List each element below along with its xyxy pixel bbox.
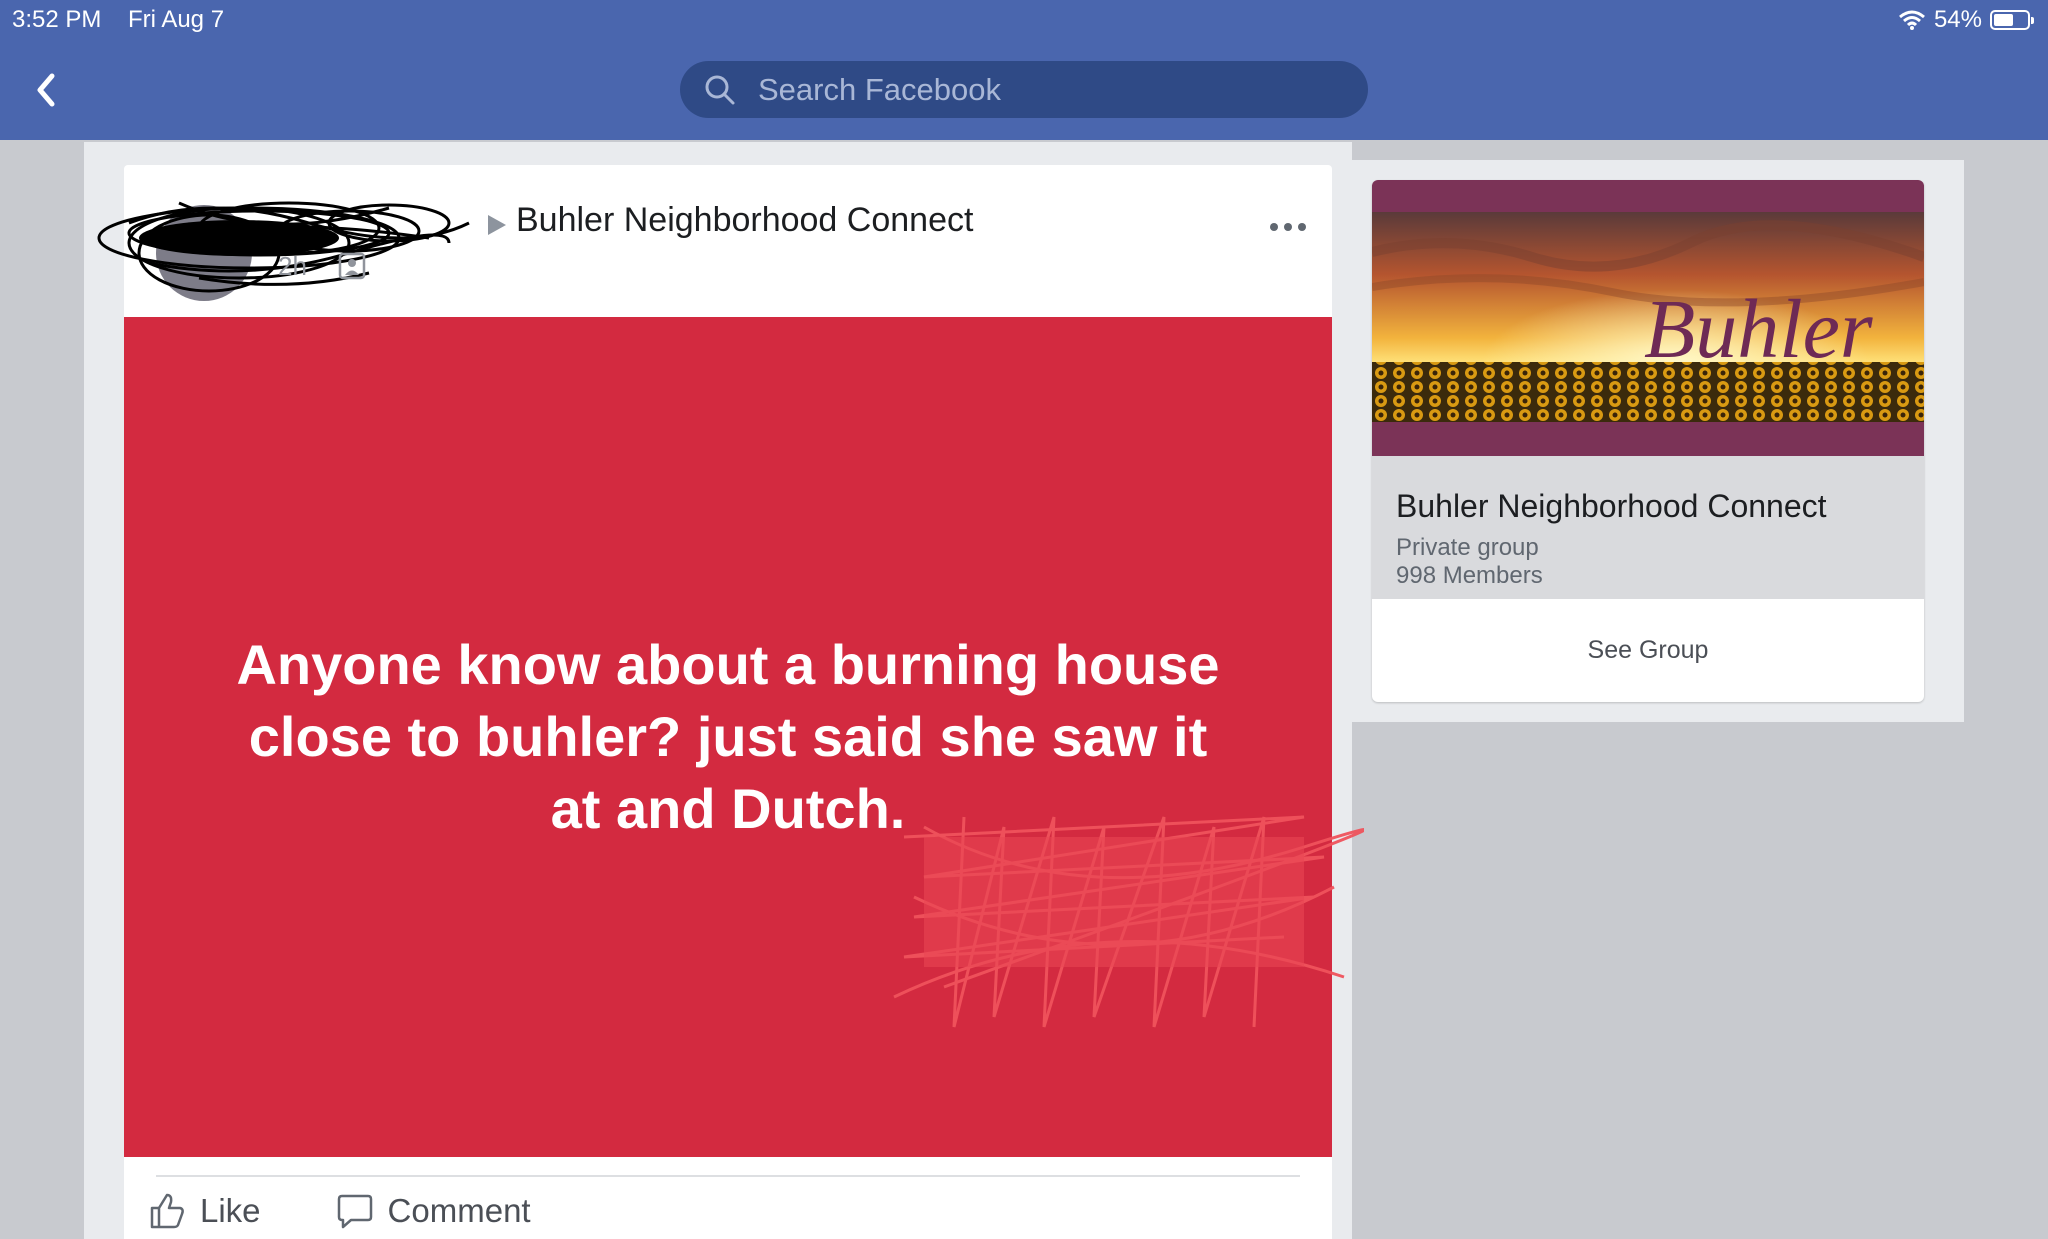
redaction-scribble-red (893, 815, 1364, 1028)
banner-text: Buhler (1644, 283, 1873, 376)
search-icon (705, 75, 735, 104)
group-card: Buhler Buhler Neighborhood Connect Priva… (1372, 180, 1924, 702)
status-time: 3:52 PM (12, 6, 102, 33)
battery-icon (1990, 10, 2034, 30)
like-label: Like (200, 1192, 261, 1229)
action-bar: Like Comment (148, 1192, 531, 1230)
group-privacy: Private group (1396, 534, 1539, 561)
battery-percent: 54% (1933, 6, 1982, 33)
like-button[interactable]: Like (148, 1192, 261, 1230)
group-banner[interactable]: Buhler (1372, 180, 1924, 456)
status-bar: 3:52 PM Fri Aug 7 54% (0, 0, 2048, 40)
comment-icon (337, 1194, 372, 1229)
comment-button[interactable]: Comment (336, 1192, 531, 1230)
group-members: 998 Members (1396, 562, 1543, 589)
status-right: 54% (1898, 6, 2034, 34)
search-input[interactable]: Search Facebook (680, 61, 1368, 118)
redaction-scribble (97, 201, 470, 293)
comment-label: Comment (387, 1192, 531, 1229)
group-title[interactable]: Buhler Neighborhood Connect (1396, 488, 1827, 525)
banner-image: Buhler (1372, 212, 1924, 422)
wifi-icon (1898, 10, 1925, 30)
status-date: Fri Aug 7 (128, 6, 225, 33)
group-name-link[interactable]: Buhler Neighborhood Connect (516, 201, 973, 240)
arrow-right-icon (488, 215, 506, 235)
post-time[interactable]: 2h (278, 251, 307, 282)
back-button[interactable] (28, 68, 68, 112)
post-header: 2h Buhler Neighborhood Connect (97, 165, 1332, 317)
back-chevron-icon (37, 73, 55, 107)
action-divider (156, 1175, 1300, 1177)
like-icon (150, 1193, 184, 1229)
audience-icon (338, 252, 366, 280)
search-placeholder: Search Facebook (758, 71, 1001, 107)
post-card: 2h Buhler Neighborhood Connect Anyone kn… (97, 165, 1364, 1239)
post-text-background[interactable]: Anyone know about a burning house close … (124, 317, 1364, 1157)
group-info: Buhler Neighborhood Connect Private grou… (1372, 456, 1924, 599)
see-group-button[interactable]: See Group (1372, 599, 1924, 702)
more-options-icon[interactable] (1266, 215, 1310, 239)
